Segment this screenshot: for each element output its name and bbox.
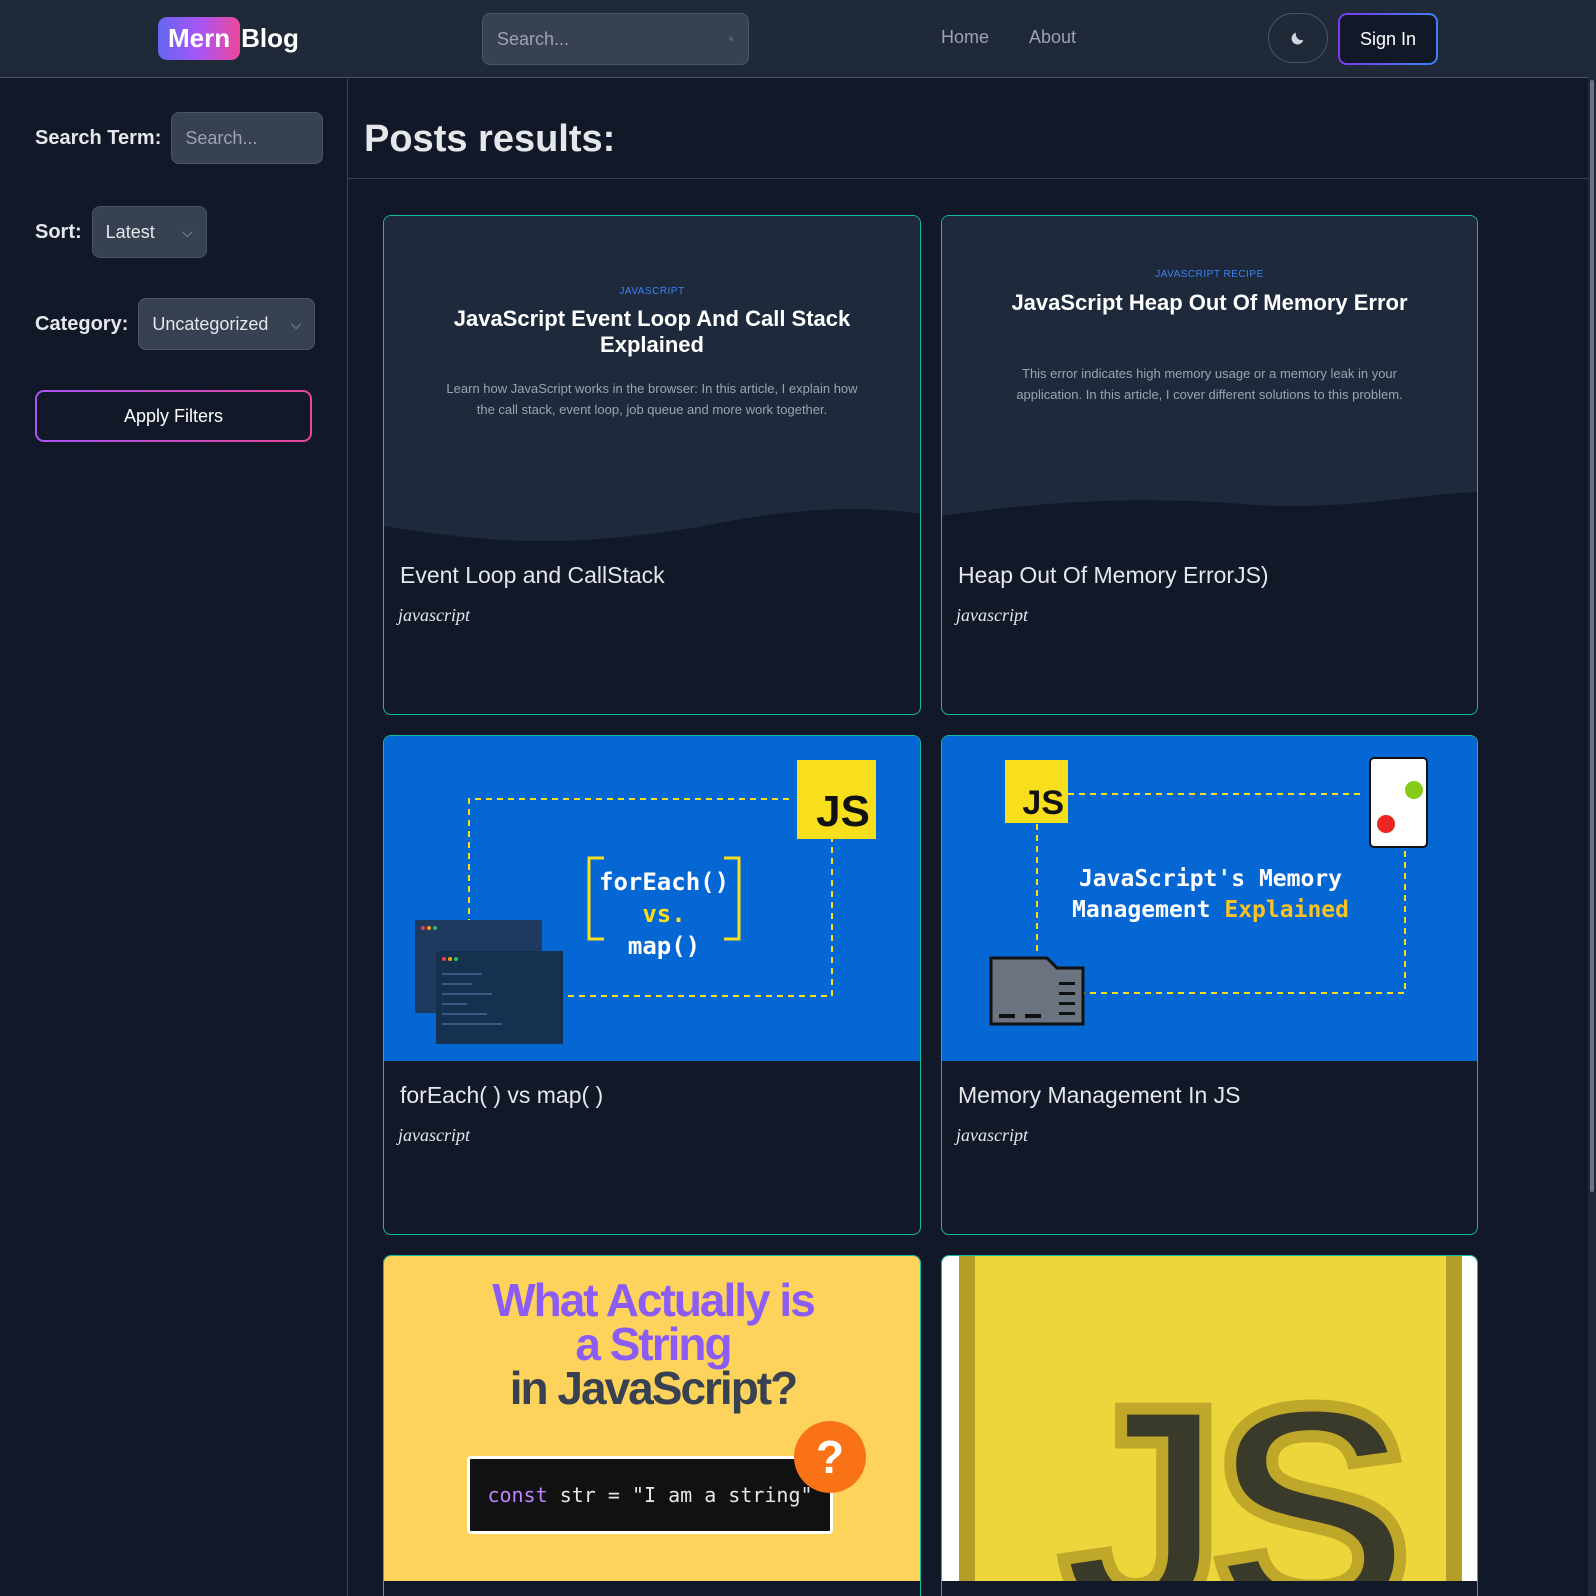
search-icon[interactable]	[729, 28, 734, 50]
page-title: Posts results:	[364, 118, 616, 160]
thumb-heading: JavaScript Event Loop And Call Stack Exp…	[453, 306, 851, 357]
post-card[interactable]: JAVASCRIPT JavaScript Event Loop And Cal…	[383, 215, 921, 715]
chevron-down-icon: ⌵	[182, 223, 193, 240]
js-badge-text: JS	[816, 787, 870, 836]
page-scrollbar[interactable]	[1588, 0, 1596, 1596]
memory-card-icon	[989, 956, 1085, 1026]
header-search-input[interactable]	[497, 28, 729, 50]
thumb-line-2b: Explained	[1224, 897, 1349, 923]
thumb-line-1: JavaScript's Memory	[1078, 866, 1343, 892]
js-badge: JS	[1005, 760, 1068, 823]
post-thumbnail[interactable]: JAVASCRIPT JavaScript Event Loop And Cal…	[384, 216, 920, 541]
post-card[interactable]: JAVASCRIPT RECIPE JavaScript Heap Out Of…	[941, 215, 1478, 715]
post-title[interactable]: Heap Out Of Memory ErrorJS)	[958, 562, 1269, 589]
site-logo[interactable]: Mern Blog	[158, 17, 299, 60]
post-category: javascript	[956, 1125, 1028, 1145]
thumb-line-2a: Management	[1072, 897, 1211, 923]
sort-value: Latest	[105, 221, 155, 242]
top-navbar: Mern Blog Home About Sign In	[0, 0, 1596, 78]
sort-row: Sort: Latest ⌵	[35, 206, 207, 258]
theme-toggle-button[interactable]	[1268, 13, 1328, 63]
post-title[interactable]: forEach( ) vs map( )	[400, 1082, 603, 1109]
thumb-heading: What Actually is a String in JavaScript?	[384, 1274, 920, 1414]
code-snippet: const str = "I am a string"	[467, 1456, 833, 1534]
thumb-line-2: a String	[575, 1318, 732, 1370]
logo-text: Blog	[241, 23, 299, 53]
post-title[interactable]: Event Loop and CallStack	[400, 562, 665, 589]
scrollbar-thumb[interactable]	[1590, 80, 1594, 1192]
post-thumbnail[interactable]: JS forEach() vs. map()	[384, 736, 920, 1061]
search-term-label: Search Term:	[35, 126, 162, 149]
js-badge-text: JS	[1022, 784, 1064, 822]
post-title[interactable]: Memory Management In JS	[958, 1082, 1241, 1109]
thumb-line-2a: vs.	[642, 900, 686, 928]
category-value: Uncategorized	[152, 313, 269, 334]
sign-in-label: Sign In	[1340, 15, 1436, 63]
code-window-illustration	[436, 951, 563, 1044]
search-term-placeholder: Search...	[185, 127, 258, 148]
thumb-line-3: in JavaScript?	[509, 1362, 798, 1414]
post-category: javascript	[398, 1125, 470, 1145]
category-label: Category:	[35, 312, 129, 335]
divider	[348, 178, 1588, 179]
thumb-line-2b: map()	[627, 932, 701, 960]
code-rest: str = "I am a string"	[547, 1483, 813, 1507]
sign-in-button[interactable]: Sign In	[1338, 13, 1438, 65]
post-category: javascript	[398, 605, 470, 625]
nav-home-link[interactable]: Home	[941, 27, 989, 48]
js-logo-image: JS	[959, 1256, 1462, 1581]
post-card[interactable]: JS JavaScript's Memory Management Explai…	[941, 735, 1478, 1235]
thumb-line-1: forEach()	[599, 868, 730, 896]
thumb-description: Learn how JavaScript works in the browse…	[446, 381, 858, 417]
code-keyword: const	[487, 1483, 548, 1507]
wave-decoration	[384, 509, 920, 541]
chevron-down-icon: ⌵	[290, 315, 302, 332]
thumb-kicker: JAVASCRIPT RECIPE	[1155, 269, 1264, 280]
post-card[interactable]: JS forEach() vs. map() forEach( ) vs map…	[383, 735, 921, 1235]
post-thumbnail[interactable]: JAVASCRIPT RECIPE JavaScript Heap Out Of…	[942, 216, 1477, 541]
question-icon: ?	[794, 1421, 866, 1493]
logo-badge: Mern	[158, 17, 241, 60]
thumb-line-1: What Actually is	[492, 1274, 816, 1326]
category-row: Category: Uncategorized ⌵	[35, 298, 316, 350]
sort-select[interactable]: Latest ⌵	[91, 206, 207, 258]
thumb-description: This error indicates high memory usage o…	[1016, 366, 1403, 402]
post-card[interactable]: What Actually is a String in JavaScript?…	[383, 1255, 921, 1596]
js-logo-text: JS	[1053, 1343, 1418, 1581]
nav-about-link[interactable]: About	[1029, 27, 1076, 48]
post-thumbnail[interactable]: JS	[942, 1256, 1477, 1581]
search-term-input[interactable]: Search...	[171, 112, 324, 164]
gc-cycle-icon	[1369, 757, 1428, 848]
category-select[interactable]: Uncategorized ⌵	[138, 298, 316, 350]
wave-decoration	[942, 492, 1477, 541]
post-thumbnail[interactable]: JS JavaScript's Memory Management Explai…	[942, 736, 1477, 1061]
thumb-heading: JavaScript Heap Out Of Memory Error	[1011, 290, 1408, 315]
thumb-heading: forEach() vs. map()	[599, 866, 729, 962]
post-category: javascript	[956, 605, 1028, 625]
filter-sidebar: Search Term: Search... Sort: Latest ⌵ Ca…	[0, 78, 348, 1596]
moon-icon	[1291, 32, 1304, 45]
thumb-line-2: Management Explained	[942, 895, 1477, 926]
thumb-kicker: JAVASCRIPT	[619, 286, 685, 297]
search-term-row: Search Term: Search...	[35, 112, 324, 164]
main-nav: Home About	[941, 27, 1076, 48]
thumb-line-2: vs. map()	[599, 898, 729, 962]
sort-label: Sort:	[35, 220, 82, 243]
js-badge: JS	[797, 760, 876, 839]
apply-filters-button[interactable]: Apply Filters	[35, 390, 312, 442]
apply-filters-label: Apply Filters	[37, 392, 310, 440]
header-search-box	[482, 13, 749, 65]
thumb-heading: JavaScript's Memory Management Explained	[942, 864, 1477, 926]
post-card[interactable]: JS	[941, 1255, 1478, 1596]
post-thumbnail[interactable]: What Actually is a String in JavaScript?…	[384, 1256, 920, 1581]
